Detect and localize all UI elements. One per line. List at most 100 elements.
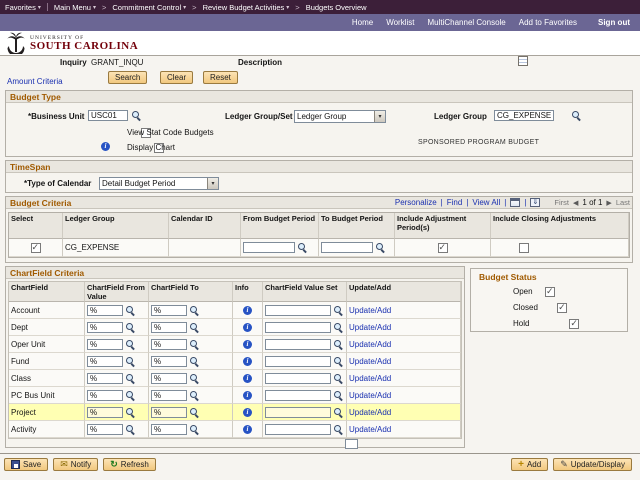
chartfield-from-input[interactable]: % xyxy=(87,305,123,316)
lookup-icon[interactable] xyxy=(333,322,344,333)
save-button[interactable]: Save xyxy=(4,458,48,471)
include-adjustment-checkbox[interactable] xyxy=(438,243,448,253)
lookup-icon[interactable] xyxy=(189,356,200,367)
chartfield-from-input[interactable]: % xyxy=(87,339,123,350)
chartfield-to-input[interactable]: % xyxy=(151,390,187,401)
chartfield-value-set-input[interactable] xyxy=(265,322,331,333)
sign-out-link[interactable]: Sign out xyxy=(598,18,630,27)
info-icon[interactable]: i xyxy=(243,425,252,434)
from-budget-period-lookup-icon[interactable] xyxy=(297,242,308,253)
lookup-icon[interactable] xyxy=(189,373,200,384)
chartfield-from-input[interactable]: % xyxy=(87,322,123,333)
chartfield-value-set-input[interactable] xyxy=(265,424,331,435)
lookup-icon[interactable] xyxy=(125,390,136,401)
info-icon[interactable]: i xyxy=(243,340,252,349)
chartfield-to-input[interactable]: % xyxy=(151,305,187,316)
lookup-icon[interactable] xyxy=(333,356,344,367)
breadcrumb-favorites[interactable]: Favorites▾ xyxy=(5,3,41,12)
to-budget-period-lookup-icon[interactable] xyxy=(375,242,386,253)
lookup-icon[interactable] xyxy=(189,339,200,350)
lookup-icon[interactable] xyxy=(333,373,344,384)
breadcrumb-commitment-control[interactable]: Commitment Control▾ xyxy=(112,3,186,12)
lookup-icon[interactable] xyxy=(125,424,136,435)
breadcrumb-main-menu[interactable]: Main Menu▾ xyxy=(54,3,96,12)
lookup-icon[interactable] xyxy=(333,407,344,418)
update-add-link[interactable]: Update/Add xyxy=(349,391,391,400)
lookup-icon[interactable] xyxy=(333,424,344,435)
update-add-link[interactable]: Update/Add xyxy=(349,425,391,434)
chartfield-to-input[interactable]: % xyxy=(151,407,187,418)
add-button[interactable]: +Add xyxy=(511,458,548,471)
type-of-calendar-dropdown[interactable]: Detail Budget Period ▾ xyxy=(99,177,219,190)
reset-button[interactable]: Reset xyxy=(203,71,238,84)
refresh-button[interactable]: ↻Refresh xyxy=(103,458,156,471)
lookup-icon[interactable] xyxy=(333,305,344,316)
chartfield-from-input[interactable]: % xyxy=(87,407,123,418)
update-add-link[interactable]: Update/Add xyxy=(349,374,391,383)
update-display-button[interactable]: ✎Update/Display xyxy=(553,458,632,471)
business-unit-input[interactable]: USC01 xyxy=(88,110,128,121)
info-icon[interactable]: i xyxy=(243,408,252,417)
status-hold-checkbox[interactable] xyxy=(569,319,579,329)
info-icon[interactable]: i xyxy=(243,306,252,315)
chartfield-from-input[interactable]: % xyxy=(87,390,123,401)
first-label[interactable]: First xyxy=(554,198,569,207)
to-budget-period-input[interactable] xyxy=(321,242,373,253)
download-grid-icon[interactable]: ⇓ xyxy=(530,198,540,207)
notepad-icon[interactable] xyxy=(518,56,528,66)
view-all-link[interactable]: View All xyxy=(472,198,500,207)
chartfield-to-input[interactable]: % xyxy=(151,322,187,333)
lookup-icon[interactable] xyxy=(189,305,200,316)
business-unit-lookup-icon[interactable] xyxy=(131,110,142,121)
chartfield-value-set-input[interactable] xyxy=(265,305,331,316)
breadcrumb-budgets-overview[interactable]: Budgets Overview xyxy=(306,3,367,12)
update-add-link[interactable]: Update/Add xyxy=(349,323,391,332)
chartfield-value-set-input[interactable] xyxy=(265,407,331,418)
lookup-icon[interactable] xyxy=(125,322,136,333)
chartfield-from-input[interactable]: % xyxy=(87,356,123,367)
chartfield-to-input[interactable]: % xyxy=(151,339,187,350)
add-to-favorites-link[interactable]: Add to Favorites xyxy=(519,18,577,27)
home-link[interactable]: Home xyxy=(352,18,373,27)
lookup-icon[interactable] xyxy=(125,373,136,384)
search-button[interactable]: Search xyxy=(108,71,147,84)
ledger-group-input[interactable]: CG_EXPENSE xyxy=(494,110,554,121)
multichannel-console-link[interactable]: MultiChannel Console xyxy=(427,18,505,27)
lookup-icon[interactable] xyxy=(189,390,200,401)
notify-button[interactable]: ✉Notify xyxy=(53,458,98,471)
lookup-icon[interactable] xyxy=(125,407,136,418)
lookup-icon[interactable] xyxy=(189,424,200,435)
chartfield-from-input[interactable]: % xyxy=(87,373,123,384)
popup-window-icon[interactable] xyxy=(510,198,520,207)
info-icon[interactable]: i xyxy=(243,357,252,366)
chartfield-to-input[interactable]: % xyxy=(151,356,187,367)
info-icon[interactable]: i xyxy=(243,374,252,383)
last-label[interactable]: Last xyxy=(616,198,630,207)
lookup-icon[interactable] xyxy=(189,407,200,418)
personalize-link[interactable]: Personalize xyxy=(395,198,437,207)
update-add-link[interactable]: Update/Add xyxy=(349,340,391,349)
lookup-icon[interactable] xyxy=(333,390,344,401)
chevron-down-icon[interactable]: ▾ xyxy=(207,178,218,189)
update-add-link[interactable]: Update/Add xyxy=(349,357,391,366)
chartfield-value-set-input[interactable] xyxy=(265,339,331,350)
info-icon[interactable]: i xyxy=(243,391,252,400)
info-icon[interactable]: i xyxy=(101,142,110,151)
chartfield-to-input[interactable]: % xyxy=(151,424,187,435)
chartfield-value-set-input[interactable] xyxy=(265,356,331,367)
update-add-link[interactable]: Update/Add xyxy=(349,408,391,417)
chartfield-value-set-input[interactable] xyxy=(265,373,331,384)
chartfield-value-set-input[interactable] xyxy=(265,390,331,401)
ledger-group-set-dropdown[interactable]: Ledger Group ▾ xyxy=(294,110,386,123)
update-add-link[interactable]: Update/Add xyxy=(349,306,391,315)
worklist-link[interactable]: Worklist xyxy=(386,18,414,27)
next-page-icon[interactable]: ▶ xyxy=(606,199,611,207)
lookup-icon[interactable] xyxy=(125,339,136,350)
select-checkbox[interactable] xyxy=(31,243,41,253)
chartfield-grid-footer-input[interactable] xyxy=(345,439,358,449)
status-closed-checkbox[interactable] xyxy=(557,303,567,313)
lookup-icon[interactable] xyxy=(189,322,200,333)
chevron-down-icon[interactable]: ▾ xyxy=(374,111,385,122)
breadcrumb-review-budget-activities[interactable]: Review Budget Activities▾ xyxy=(203,3,290,12)
find-link[interactable]: Find xyxy=(447,198,463,207)
